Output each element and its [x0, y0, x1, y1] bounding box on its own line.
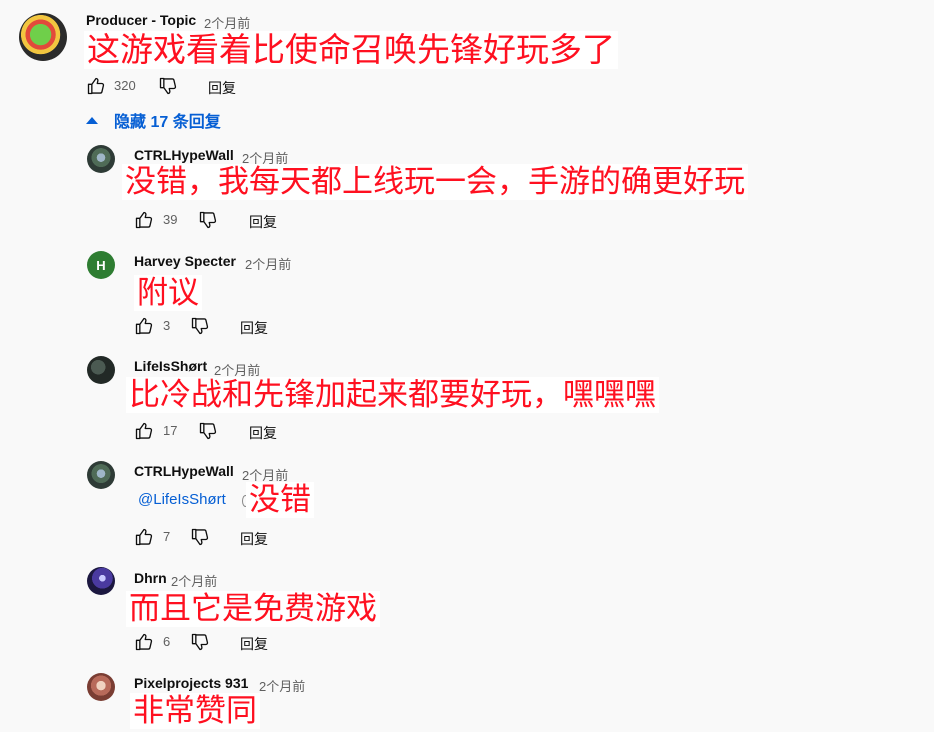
avatar[interactable]: H [87, 251, 115, 279]
comment-time[interactable]: 2个月前 [204, 13, 250, 32]
comment-text: 这游戏看着比使命召唤先锋好玩多了 [84, 31, 618, 69]
reply-author[interactable]: Harvey Specter [134, 253, 236, 269]
hide-replies-label: 隐藏 17 条回复 [114, 114, 221, 131]
like-count: 320 [114, 78, 136, 93]
reply-author[interactable]: CTRLHypeWall [134, 147, 234, 163]
like-count: 7 [163, 529, 171, 544]
like-count: 17 [163, 423, 178, 438]
thumb-down-icon[interactable] [158, 76, 178, 96]
reply-author[interactable]: Pixelprojects 931 [134, 675, 248, 691]
reply-text: 而且它是免费游戏 [126, 591, 380, 627]
hide-replies-button[interactable]: 隐藏 17 条回复 [84, 108, 221, 132]
reply-text: 没错，我每天都上线玩一会，手游的确更好玩 [122, 164, 748, 200]
reply-button[interactable]: 回复 [249, 423, 277, 443]
thumb-up-icon[interactable] [134, 421, 154, 441]
avatar[interactable] [19, 13, 67, 61]
like-count: 6 [163, 634, 171, 649]
thumb-down-icon[interactable] [190, 316, 210, 336]
reply-button[interactable]: 回复 [249, 212, 277, 232]
reply-text: 没错 [246, 482, 314, 518]
reply-time[interactable]: 2个月前 [245, 254, 291, 273]
thumb-down-icon[interactable] [198, 421, 218, 441]
thumb-up-icon[interactable] [86, 76, 106, 96]
reply-button[interactable]: 回复 [240, 318, 268, 338]
reply-text: 非常赞同 [130, 693, 260, 729]
thumb-down-icon[interactable] [198, 210, 218, 230]
caret-up-icon [86, 116, 98, 124]
reply-time[interactable]: 2个月前 [171, 571, 217, 590]
reply-author[interactable]: Dhrn [134, 570, 167, 586]
reply-author[interactable]: LifeIsShørt [134, 358, 207, 374]
reply-button[interactable]: 回复 [240, 634, 268, 654]
avatar[interactable] [87, 145, 115, 173]
reply-text: 附议 [134, 275, 202, 311]
reply-button[interactable]: 回复 [208, 78, 236, 98]
thumb-up-icon[interactable] [134, 527, 154, 547]
reply-time[interactable]: 2个月前 [259, 676, 305, 695]
thumb-up-icon[interactable] [134, 316, 154, 336]
thumb-down-icon[interactable] [190, 527, 210, 547]
like-count: 39 [163, 212, 178, 227]
avatar[interactable] [87, 567, 115, 595]
mention-link[interactable]: @LifeIsShørt [138, 491, 226, 508]
reply-author[interactable]: CTRLHypeWall [134, 463, 234, 479]
avatar[interactable] [87, 673, 115, 701]
avatar[interactable] [87, 356, 115, 384]
thumb-up-icon[interactable] [134, 632, 154, 652]
avatar[interactable] [87, 461, 115, 489]
reply-button[interactable]: 回复 [240, 529, 268, 549]
thumb-up-icon[interactable] [134, 210, 154, 230]
reply-text: 比冷战和先锋加起来都要好玩，嘿嘿嘿 [126, 377, 659, 413]
like-count: 3 [163, 318, 171, 333]
thumb-down-icon[interactable] [190, 632, 210, 652]
comment-author[interactable]: Producer - Topic [86, 12, 196, 28]
